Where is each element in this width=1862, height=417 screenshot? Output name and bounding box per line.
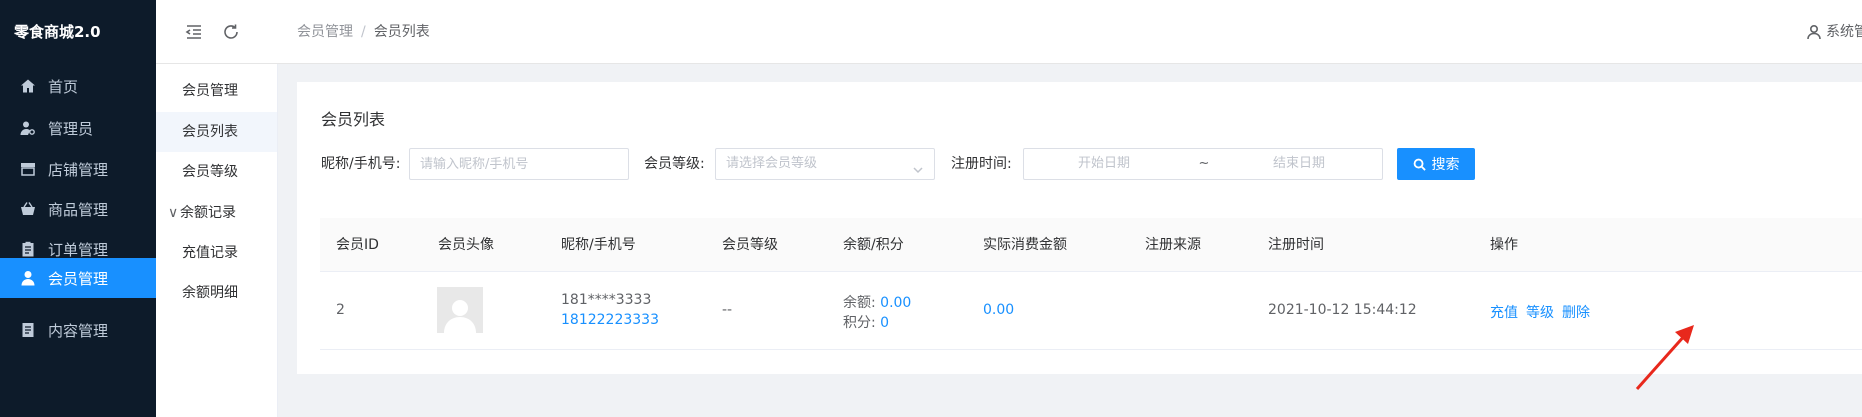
subnav-item-recharge-records[interactable]: 充值记录 <box>156 233 277 273</box>
sidebar-item-label: 首页 <box>48 77 79 96</box>
recharge-button[interactable]: 充值 <box>1490 305 1518 321</box>
member-nickname: 181****3333 <box>561 292 652 308</box>
breadcrumb: 会员管理 / 会员列表 <box>297 0 430 64</box>
sidebar-item-products[interactable]: 商品管理 <box>0 189 156 229</box>
member-points: 积分: 0 <box>843 312 889 332</box>
member-balance: 余额: 0.00 <box>843 292 911 312</box>
sidebar-item-home[interactable]: 首页 <box>0 66 156 106</box>
column-header: 注册来源 <box>1145 237 1201 253</box>
member-list-card: 会员列表 昵称/手机号: 会员等级: 请选择会员等级 注册时间: 开始日期 ~ … <box>297 82 1862 374</box>
subnav-item-member-list[interactable]: 会员列表 <box>156 112 277 152</box>
level-button[interactable]: 等级 <box>1526 305 1554 321</box>
member-level: -- <box>722 302 733 318</box>
column-header: 实际消费金额 <box>983 237 1067 253</box>
table-header: 会员ID 会员头像 昵称/手机号 会员等级 余额/积分 实际消费金额 注册来源 … <box>320 218 1862 272</box>
member-spent[interactable]: 0.00 <box>983 302 1014 318</box>
balance-value[interactable]: 0.00 <box>880 295 911 311</box>
subnav-item-member-level[interactable]: 会员等级 <box>156 152 277 192</box>
regtime-filter-label: 注册时间: <box>951 156 1012 172</box>
user-menu[interactable]: 系统管 <box>1806 0 1862 64</box>
nickname-search-input[interactable] <box>409 148 629 180</box>
home-icon <box>20 78 36 94</box>
column-header: 会员等级 <box>722 237 778 253</box>
sidebar-item-label: 会员管理 <box>48 269 109 288</box>
search-button[interactable]: 搜索 <box>1397 148 1475 180</box>
page-title: 会员列表 <box>321 110 386 129</box>
top-header: 会员管理 / 会员列表 系统管 <box>156 0 1862 64</box>
sidebar-item-store[interactable]: 店铺管理 <box>0 149 156 189</box>
end-date-input[interactable]: 结束日期 <box>1224 149 1374 179</box>
main-sidebar: 零食商城2.0 首页 管理员 店铺管理 商品管理 订单管理 会员管理 内容管理 <box>0 0 156 417</box>
points-value[interactable]: 0 <box>880 315 889 331</box>
search-button-label: 搜索 <box>1431 157 1460 173</box>
breadcrumb-parent[interactable]: 会员管理 <box>297 24 353 40</box>
store-icon <box>20 161 36 177</box>
brand-title: 零食商城2.0 <box>14 23 101 41</box>
sidebar-item-label: 商品管理 <box>48 200 109 219</box>
basket-icon <box>20 201 36 217</box>
refresh-icon[interactable] <box>221 22 241 42</box>
member-level-select[interactable]: 请选择会员等级 <box>715 148 935 180</box>
member-id: 2 <box>336 302 345 318</box>
sidebar-item-admin[interactable]: 管理员 <box>0 108 156 148</box>
register-date-range[interactable]: 开始日期 ~ 结束日期 <box>1023 148 1383 180</box>
member-icon <box>20 270 36 286</box>
sidebar-item-label: 订单管理 <box>48 240 109 259</box>
collapse-menu-icon[interactable] <box>184 22 204 42</box>
column-header: 会员头像 <box>438 237 494 253</box>
user-name: 系统管 <box>1826 24 1862 40</box>
document-icon <box>20 322 36 338</box>
sidebar-item-label: 管理员 <box>48 119 94 138</box>
column-header: 余额/积分 <box>843 237 904 253</box>
balance-label: 余额: <box>843 295 876 311</box>
chevron-down-icon: ∨ <box>168 205 179 221</box>
column-header: 会员ID <box>336 237 379 253</box>
nickname-filter-label: 昵称/手机号: <box>321 156 401 172</box>
level-filter-label: 会员等级: <box>644 156 705 172</box>
subnav-item-balance-records[interactable]: ∨ 余额记录 <box>156 193 277 233</box>
delete-button[interactable]: 删除 <box>1562 305 1590 321</box>
search-icon <box>1413 158 1426 171</box>
select-placeholder: 请选择会员等级 <box>726 156 818 171</box>
subnav-item-member-manage[interactable]: 会员管理 <box>156 71 277 111</box>
sidebar-item-label: 内容管理 <box>48 321 109 340</box>
member-phone[interactable]: 18122223333 <box>561 312 659 328</box>
breadcrumb-current: 会员列表 <box>373 24 430 40</box>
sidebar-item-content[interactable]: 内容管理 <box>0 310 156 350</box>
start-date-input[interactable]: 开始日期 <box>1024 149 1184 179</box>
sub-navigation: 会员管理 会员列表 会员等级 ∨ 余额记录 充值记录 余额明细 <box>156 64 278 417</box>
avatar-placeholder-icon <box>444 300 476 333</box>
table-row: 2 181****3333 18122223333 -- 余额: 0.00 积分… <box>320 272 1862 350</box>
column-header: 注册时间 <box>1268 237 1324 253</box>
user-icon <box>1807 24 1821 40</box>
member-reg-time: 2021-10-12 15:44:12 <box>1268 302 1417 318</box>
subnav-item-balance-detail[interactable]: 余额明细 <box>156 273 277 313</box>
admin-user-icon <box>20 120 36 136</box>
subnav-item-label: 余额记录 <box>180 205 236 221</box>
column-header: 操作 <box>1490 237 1518 253</box>
avatar <box>437 287 483 333</box>
clipboard-icon <box>20 241 36 257</box>
app-root: 零食商城2.0 首页 管理员 店铺管理 商品管理 订单管理 会员管理 内容管理 … <box>0 0 1862 417</box>
date-range-separator: ~ <box>1198 156 1210 171</box>
points-label: 积分: <box>843 315 876 331</box>
chevron-down-icon <box>912 158 924 174</box>
row-actions: 充值 等级 删除 <box>1490 302 1598 322</box>
sidebar-item-label: 店铺管理 <box>48 160 109 179</box>
breadcrumb-separator: / <box>361 24 366 40</box>
sidebar-item-members[interactable]: 会员管理 <box>0 258 156 298</box>
column-header: 昵称/手机号 <box>561 237 636 253</box>
